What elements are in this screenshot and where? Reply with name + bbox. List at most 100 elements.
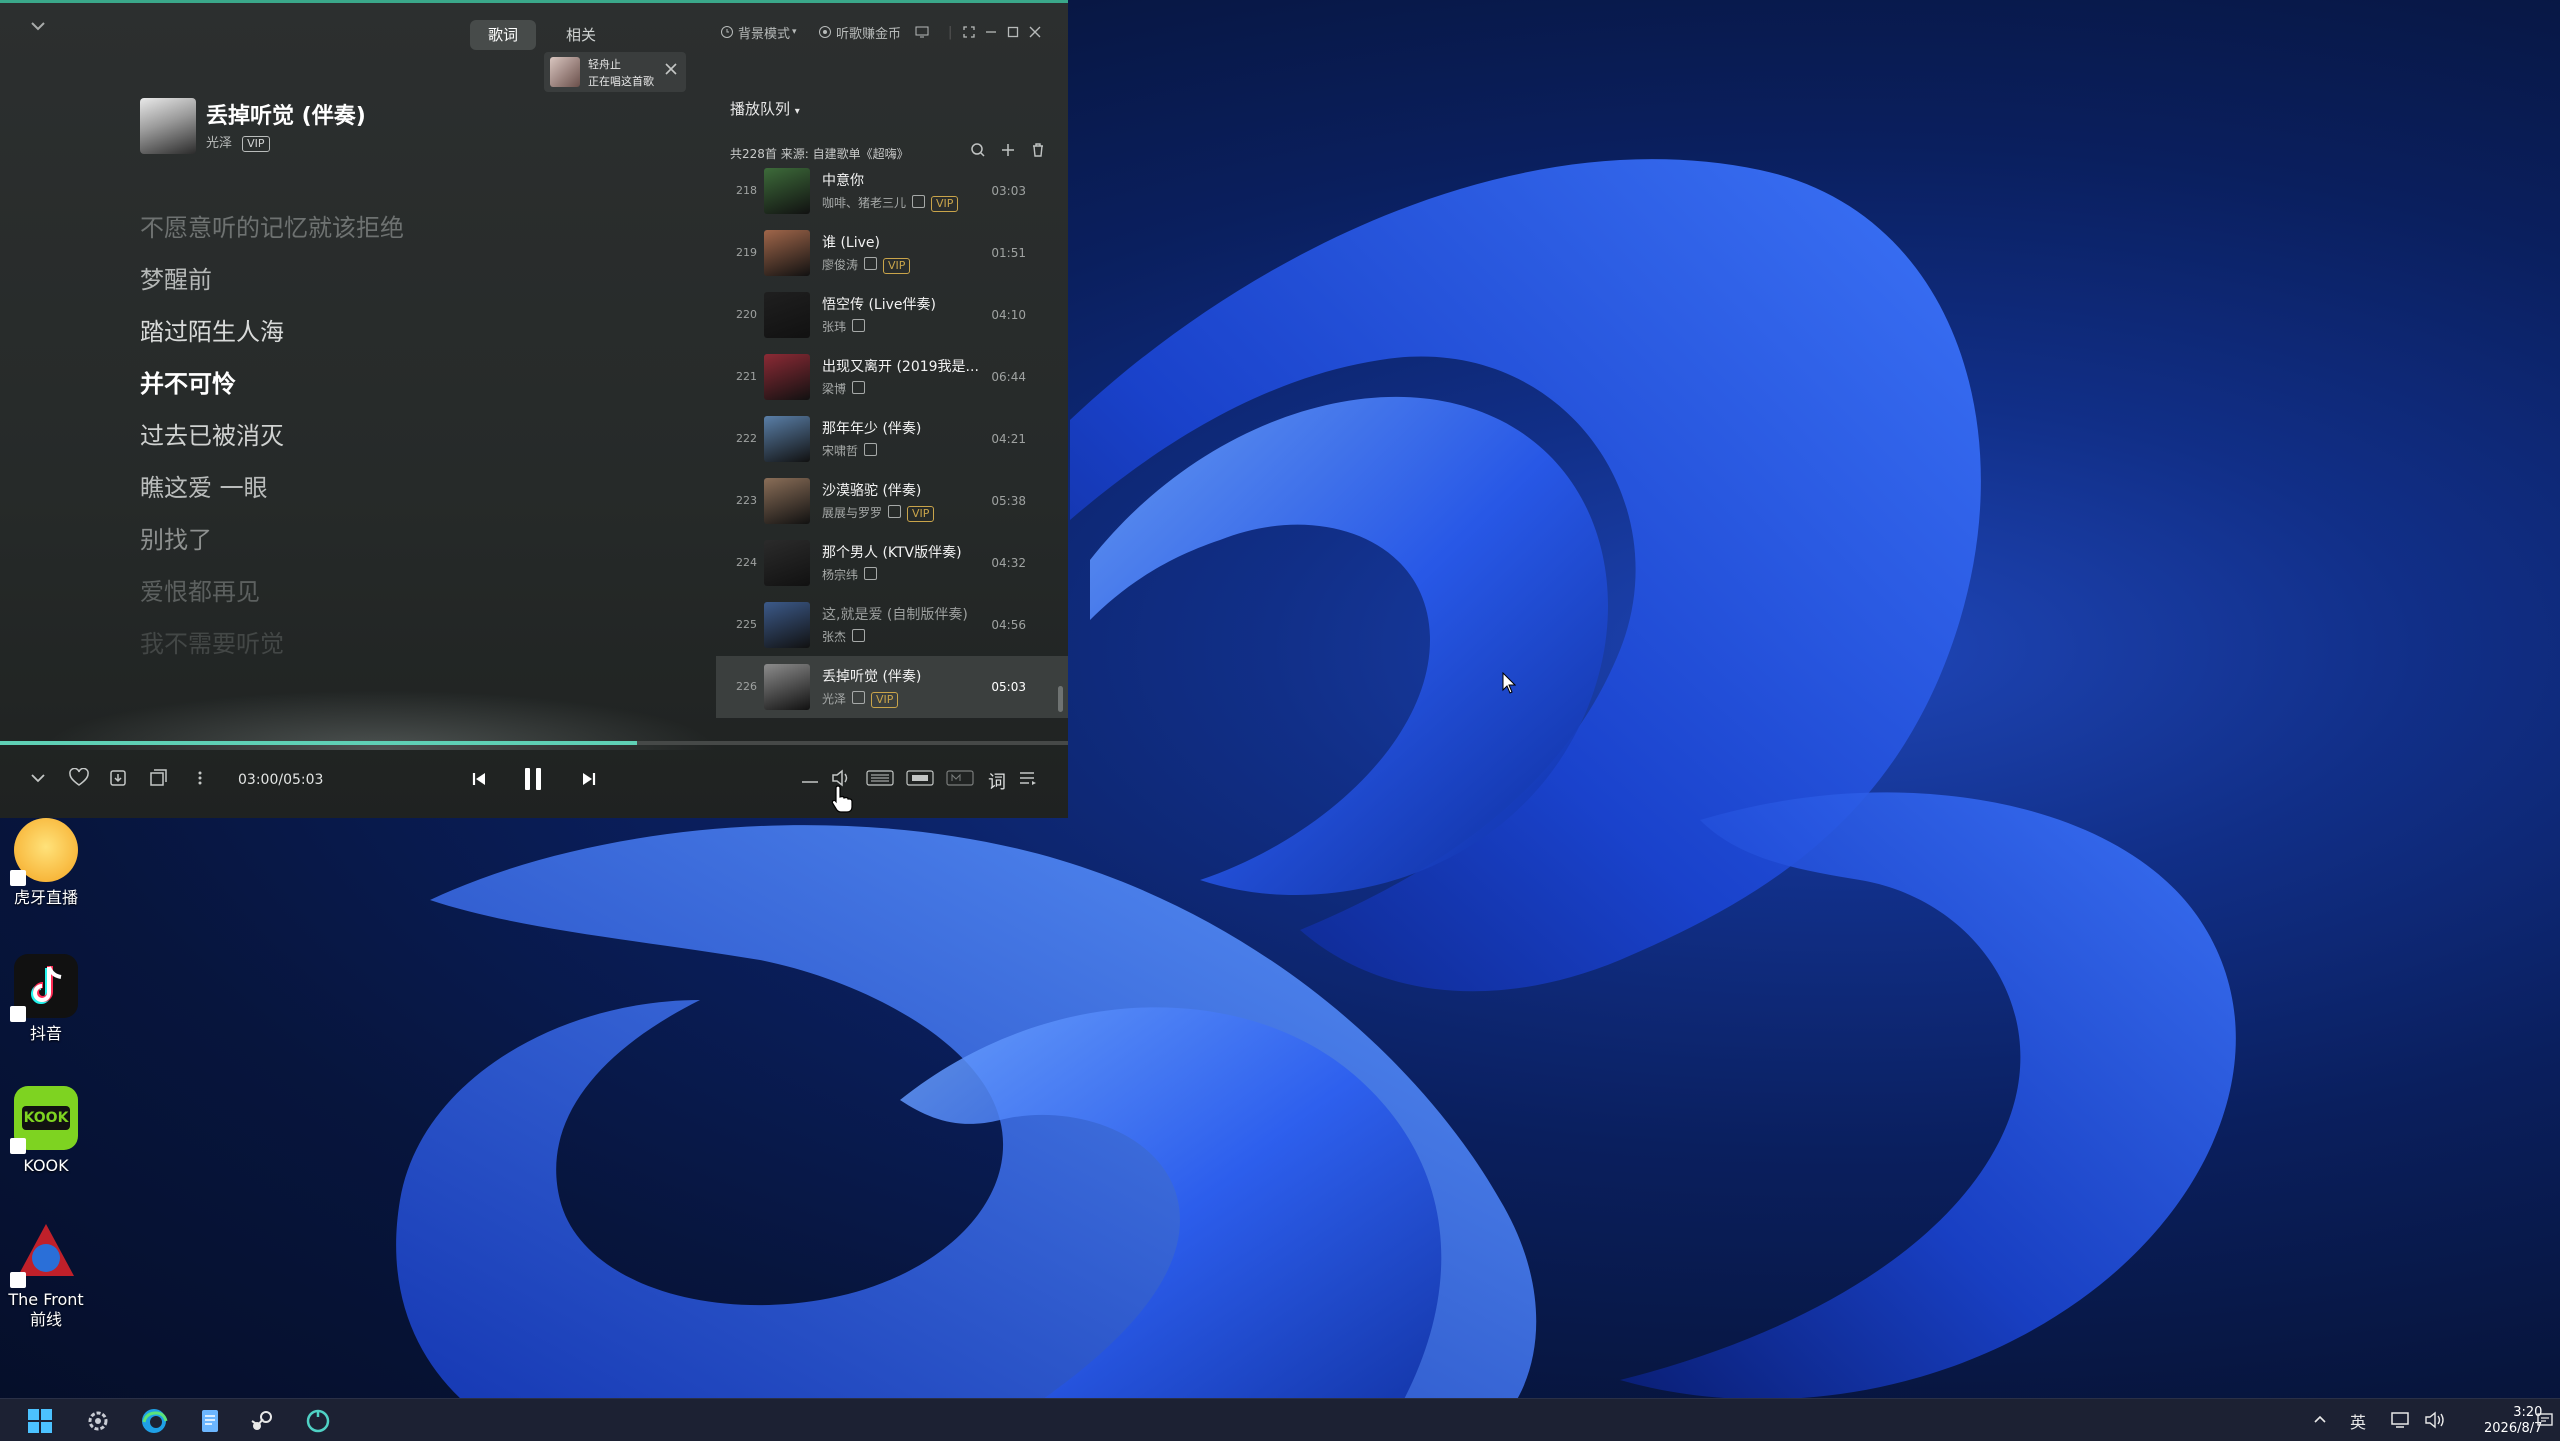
notification-avatar (550, 57, 580, 87)
queue-item-artist[interactable]: 张玮 (822, 320, 846, 334)
show-hidden-icons-button[interactable] (2312, 1411, 2328, 1431)
next-track-button[interactable] (580, 770, 598, 793)
add-icon[interactable] (1000, 142, 1016, 158)
mv-icon (946, 770, 974, 786)
previous-track-button[interactable] (470, 770, 488, 793)
queue-item-artist[interactable]: 咖啡、猪老三儿 (822, 196, 906, 210)
more-options-button[interactable] (196, 768, 204, 793)
sound-quality-button[interactable] (866, 768, 894, 793)
queue-item[interactable]: 221 出现又离开 (2019我是... 梁博 06:44 (716, 346, 1068, 408)
lyric-line: 不愿意听的记忆就该拒绝 (140, 214, 404, 242)
singing-notification[interactable]: 轻舟止 正在唱这首歌 (544, 52, 686, 92)
queue-item-number: 226 (736, 680, 757, 693)
taskbar-app-edge[interactable] (140, 1407, 168, 1435)
song-artist[interactable]: 光泽 (206, 136, 232, 151)
lyric-line: 瞧这爱 一眼 (140, 474, 268, 502)
queue-item-artist[interactable]: 廖俊涛 (822, 258, 858, 272)
mini-mode-button[interactable] (914, 20, 930, 44)
monitor-icon (915, 26, 929, 38)
taskbar-clock[interactable]: 3:20 2026/8/7 (2484, 1405, 2542, 1437)
queue-item-artist[interactable]: 展展与罗罗 (822, 506, 882, 520)
queue-item-artist[interactable]: 张杰 (822, 630, 846, 644)
network-button[interactable] (2390, 1411, 2410, 1433)
taskbar-app-settings[interactable] (84, 1407, 112, 1435)
play-queue-label: 播放队列 (730, 100, 791, 118)
edge-browser-icon (142, 1409, 168, 1433)
chevron-down-icon (31, 22, 45, 31)
mv-button[interactable] (946, 768, 974, 793)
queue-item-artist[interactable]: 宋啸哲 (822, 444, 858, 458)
play-queue-title[interactable]: 播放队列 ▾ (730, 98, 800, 119)
queue-item-duration: 05:03 (991, 680, 1026, 694)
playlist-add-icon (150, 769, 167, 786)
queue-item-current[interactable]: 226 丢掉听觉 (伴奏) 光泽 VIP 05:03 (716, 656, 1068, 718)
desktop-icon-the-front[interactable]: The Front 前线 (0, 1220, 92, 1330)
background-mode-button[interactable]: 背景模式 ▾ (720, 20, 797, 44)
desktop-lyrics-button[interactable]: 词 (988, 768, 1006, 794)
shortcut-arrow-icon (10, 1272, 26, 1288)
queue-list-icon (1020, 772, 1036, 785)
desktop-icon-kook[interactable]: KOOK KOOK (0, 1086, 92, 1176)
queue-item[interactable]: 225 这,就是爱 (自制版伴奏) 张杰 04:56 (716, 594, 1068, 656)
window-accent-line (0, 0, 1068, 3)
taskbar-app-notepad[interactable] (196, 1407, 224, 1435)
like-button[interactable] (68, 767, 90, 793)
queue-item[interactable]: 219 谁 (Live) 廖俊涛 VIP 01:51 (716, 222, 1068, 284)
taskbar-app-steam[interactable] (248, 1407, 276, 1435)
queue-item-number: 219 (736, 246, 757, 259)
skip-previous-icon (472, 773, 485, 785)
queue-item-artist[interactable]: 光泽 (822, 692, 846, 706)
trash-icon[interactable] (1030, 142, 1046, 158)
taskbar-app-music[interactable] (304, 1407, 332, 1435)
volume-tray-button[interactable] (2424, 1411, 2446, 1433)
queue-item[interactable]: 218 中意你 咖啡、猪老三儿 VIP 03:03 (716, 160, 1068, 222)
album-cover[interactable] (140, 98, 196, 154)
queue-item-artist[interactable]: 杨宗纬 (822, 568, 858, 582)
download-button[interactable] (108, 768, 128, 793)
queue-item-number: 220 (736, 308, 757, 321)
fullscreen-button[interactable] (962, 20, 976, 44)
queue-item-artist-row: 宋啸哲 (822, 442, 878, 459)
huya-icon (10, 818, 78, 886)
heart-icon (69, 767, 89, 786)
queue-item[interactable]: 224 那个男人 (KTV版伴奏) 杨宗纬 04:32 (716, 532, 1068, 594)
playback-time: 03:00/05:03 (238, 772, 324, 788)
queue-scrollbar[interactable] (1058, 686, 1063, 712)
close-window-button[interactable] (1028, 20, 1042, 44)
chevron-down-icon: ▾ (792, 27, 797, 37)
collapse-player-button[interactable] (28, 16, 48, 36)
queue-item-duration: 04:10 (991, 308, 1026, 322)
desktop-icon-douyin[interactable]: 抖音 (0, 954, 92, 1044)
speaker-icon (2425, 1411, 2444, 1429)
pause-button[interactable] (522, 766, 544, 797)
input-method-indicator[interactable]: 英 (2350, 1409, 2366, 1433)
play-mode-button[interactable] (800, 772, 820, 793)
minimize-button[interactable] (984, 20, 998, 44)
maximize-button[interactable] (1006, 20, 1020, 44)
search-icon[interactable] (970, 142, 986, 158)
queue-item-number: 221 (736, 370, 757, 383)
clock-date: 2026/8/7 (2484, 1421, 2543, 1436)
queue-item-artist[interactable]: 梁博 (822, 382, 846, 396)
queue-item-cover (764, 602, 810, 648)
queue-item[interactable]: 220 悟空传 (Live伴奏) 张玮 04:10 (716, 284, 1068, 346)
maximize-icon (1007, 26, 1019, 38)
add-to-playlist-button[interactable] (148, 768, 168, 793)
start-button[interactable] (26, 1407, 54, 1435)
tab-related[interactable]: 相关 (548, 20, 614, 50)
tab-lyrics[interactable]: 歌词 (470, 20, 537, 50)
notification-center-button[interactable] (2536, 1411, 2554, 1433)
queue-item[interactable]: 223 沙漠骆驼 (伴奏) 展展与罗罗 VIP 05:38 (716, 470, 1068, 532)
queue-item[interactable]: 222 那年年少 (伴奏) 宋啸哲 04:21 (716, 408, 1068, 470)
playback-progress-bar[interactable] (0, 741, 1068, 745)
desktop-icon-huya[interactable]: 虎牙直播 (0, 818, 92, 908)
sound-effect-button[interactable] (906, 768, 934, 793)
vip-badge: VIP (883, 258, 911, 274)
close-notification-button[interactable] (664, 60, 678, 81)
windows-logo-icon (28, 1409, 52, 1433)
queue-item-cover (764, 292, 810, 338)
collapse-controls-button[interactable] (28, 768, 48, 793)
play-queue-button[interactable] (1018, 768, 1038, 793)
listen-earn-coins-button[interactable]: 听歌赚金币 (818, 20, 901, 44)
queue-item-artist-row: 张杰 (822, 628, 866, 645)
